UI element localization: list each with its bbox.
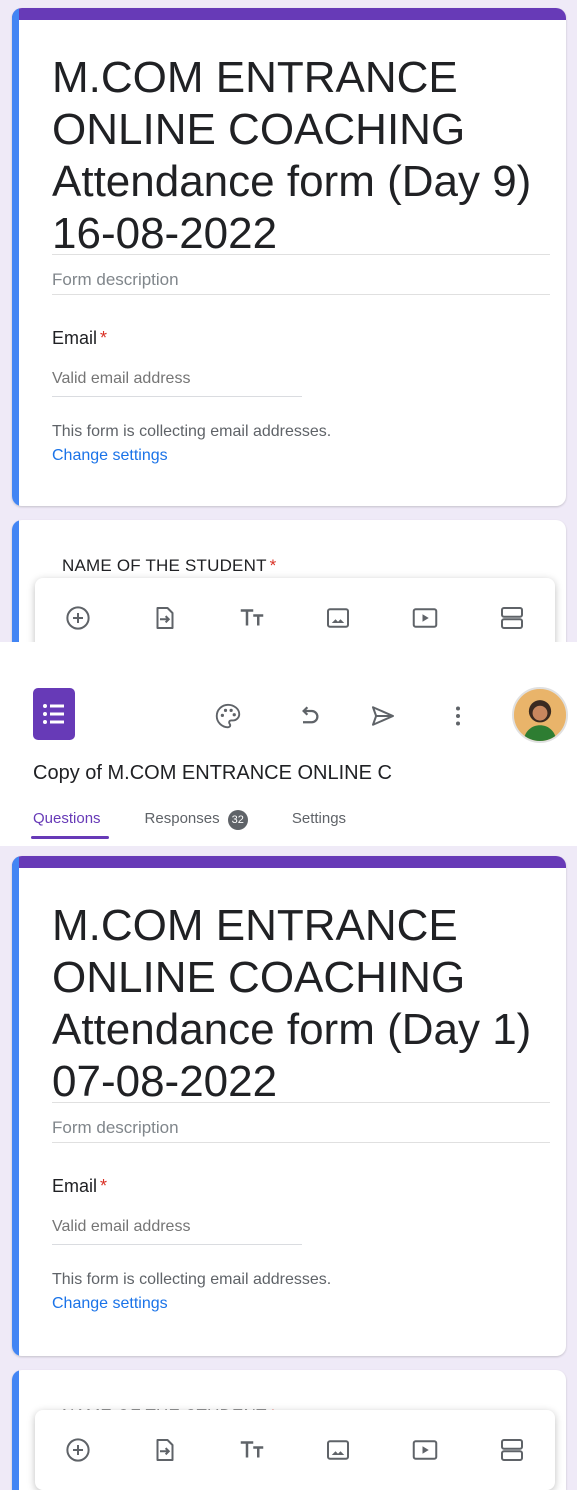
import-questions-button[interactable]	[143, 1428, 187, 1472]
undo-icon	[302, 706, 319, 724]
form-title[interactable]: M.COM ENTRANCE ONLINE COACHING Attendanc…	[52, 900, 552, 1108]
email-label: Email *	[52, 328, 107, 349]
email-label: Email *	[52, 1176, 107, 1197]
collect-email-note: This form is collecting email addresses.…	[52, 1268, 372, 1316]
add-image-icon	[327, 608, 350, 628]
add-video-button[interactable]	[403, 1428, 447, 1472]
screenshot-bottom: Copy of M.COM ENTRANCE ONLINE C Question…	[0, 666, 577, 1490]
import-questions-button[interactable]	[143, 596, 187, 640]
tab-settings-label: Settings	[291, 810, 347, 827]
form-header-card: M.COM ENTRANCE ONLINE COACHING Attendanc…	[12, 8, 566, 506]
question-label-text: NAME OF THE STUDENT	[62, 556, 267, 575]
google-forms-logo-icon[interactable]	[33, 688, 75, 740]
add-title-icon	[240, 1441, 263, 1458]
description-underline	[52, 1142, 550, 1143]
add-question-icon	[66, 1438, 90, 1462]
question-label: NAME OF THE STUDENT*	[62, 556, 277, 576]
card-accent-top	[12, 856, 566, 868]
change-settings-link[interactable]: Change settings	[52, 1295, 168, 1312]
change-settings-link[interactable]: Change settings	[52, 447, 168, 464]
required-mark: *	[269, 556, 277, 575]
undo-button[interactable]	[290, 698, 326, 734]
tab-questions[interactable]: Questions	[31, 806, 109, 846]
screenshot-top: M.COM ENTRANCE ONLINE COACHING Attendanc…	[0, 0, 577, 642]
more-options-button[interactable]	[440, 698, 476, 734]
collect-email-note: This form is collecting email addresses.…	[52, 420, 372, 468]
import-questions-icon	[156, 607, 174, 629]
document-title[interactable]: Copy of M.COM ENTRANCE ONLINE C	[33, 762, 573, 785]
add-section-button[interactable]	[490, 1428, 534, 1472]
required-mark: *	[100, 1176, 108, 1196]
email-input[interactable]	[52, 370, 302, 397]
title-underline	[52, 254, 550, 255]
form-header-card: M.COM ENTRANCE ONLINE COACHING Attendanc…	[12, 856, 566, 1356]
floating-toolbar	[35, 578, 555, 642]
collect-email-text: This form is collecting email addresses.	[52, 423, 332, 440]
add-section-button[interactable]	[490, 596, 534, 640]
description-underline	[52, 294, 550, 295]
add-image-button[interactable]	[316, 596, 360, 640]
form-title[interactable]: M.COM ENTRANCE ONLINE COACHING Attendanc…	[52, 52, 552, 260]
form-description[interactable]: Form description	[52, 1118, 179, 1138]
required-mark: *	[100, 328, 108, 348]
add-section-icon	[500, 607, 523, 629]
avatar[interactable]	[512, 687, 568, 743]
responses-count-badge: 32	[227, 810, 248, 830]
add-question-button[interactable]	[56, 596, 100, 640]
collect-email-text: This form is collecting email addresses.	[52, 1271, 332, 1288]
send-button[interactable]	[365, 698, 401, 734]
import-questions-icon	[156, 1439, 174, 1461]
add-video-icon	[412, 608, 438, 628]
account-avatar-icon	[514, 689, 566, 741]
send-icon	[372, 706, 394, 726]
card-accent-left	[12, 1370, 19, 1490]
add-title-icon	[240, 609, 263, 626]
add-section-icon	[500, 1439, 523, 1461]
card-accent-top	[12, 8, 566, 20]
add-question-icon	[66, 606, 90, 630]
add-video-button[interactable]	[403, 596, 447, 640]
tab-settings[interactable]: Settings	[292, 806, 346, 846]
title-underline	[52, 1102, 550, 1103]
tab-bar: Questions Responses 32 Settings	[31, 806, 346, 846]
more-vert-icon	[456, 706, 460, 726]
tab-responses-label: Responses	[144, 810, 220, 827]
floating-toolbar	[35, 1410, 555, 1490]
palette-icon	[215, 703, 241, 729]
add-question-button[interactable]	[56, 1428, 100, 1472]
card-accent-left	[12, 856, 19, 1356]
add-image-button[interactable]	[316, 1428, 360, 1472]
email-input[interactable]	[52, 1218, 302, 1245]
email-label-text: Email	[52, 1176, 98, 1196]
email-label-text: Email	[52, 328, 98, 348]
add-title-button[interactable]	[230, 596, 274, 640]
add-image-icon	[327, 1440, 350, 1460]
card-accent-left	[12, 8, 19, 506]
add-title-button[interactable]	[230, 1428, 274, 1472]
form-description[interactable]: Form description	[52, 270, 179, 290]
tab-responses[interactable]: Responses 32	[145, 806, 248, 846]
tab-questions-label: Questions	[33, 810, 101, 827]
customize-theme-button[interactable]	[210, 698, 246, 734]
add-video-icon	[412, 1440, 438, 1460]
app-header: Copy of M.COM ENTRANCE ONLINE C Question…	[0, 666, 577, 846]
card-accent-left	[12, 520, 19, 642]
